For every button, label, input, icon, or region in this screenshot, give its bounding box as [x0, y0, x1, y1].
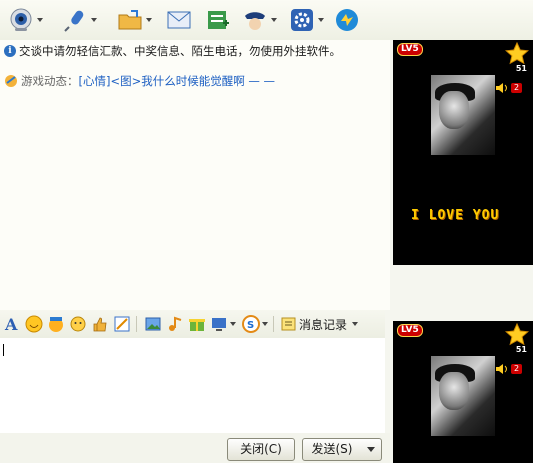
police-button[interactable] [242, 6, 277, 34]
message-history-button[interactable]: 消息记录 [281, 316, 359, 333]
game-status: 游戏动态： [心情]<图>我什么时候能觉醒啊 — — [4, 73, 275, 89]
voice-button[interactable] [62, 6, 97, 34]
message-input[interactable] [0, 338, 385, 433]
speaker-icon [496, 364, 507, 374]
send-file-icon [118, 10, 142, 30]
divider [273, 316, 274, 332]
speaker-count: 2 [511, 83, 523, 93]
chevron-down-icon [352, 322, 359, 326]
my-show[interactable]: LV5 51 2 [393, 321, 533, 463]
police-icon [245, 12, 265, 30]
music-icon[interactable] [166, 315, 184, 333]
chevron-down-icon[interactable] [91, 18, 97, 22]
star-icon [505, 323, 529, 346]
app-button[interactable] [334, 6, 360, 34]
gift-icon[interactable] [188, 315, 206, 333]
sogou-icon[interactable]: S [242, 315, 260, 333]
show-panel: LV5 51 2 I LOVE YOU LV5 51 2 [390, 40, 533, 463]
game-icon [5, 75, 17, 87]
font-icon[interactable]: A [3, 315, 21, 333]
top-toolbar [0, 0, 533, 40]
screenshot-icon[interactable] [113, 315, 131, 333]
chevron-down-icon[interactable] [318, 18, 324, 22]
security-notice-text: 交谈中请勿轻信汇款、中奖信息、陌生电话，勿使用外挂软件。 [19, 44, 341, 58]
message-history-label: 消息记录 [299, 317, 348, 332]
security-notice: i 交谈中请勿轻信汇款、中奖信息、陌生电话，勿使用外挂软件。 [4, 43, 341, 59]
show-banner: I LOVE YOU [411, 208, 500, 223]
level-badge: LV5 [397, 324, 423, 337]
settings-button[interactable] [289, 6, 324, 34]
settings-icon [291, 9, 313, 31]
star-count: 51 [515, 345, 527, 354]
add-note-button[interactable] [205, 6, 231, 34]
contact-show[interactable]: LV5 51 2 I LOVE YOU [393, 40, 533, 265]
chevron-down-icon [367, 447, 375, 452]
bottom-bar: 关闭(C) 发送(S) [0, 433, 390, 463]
format-toolbar: A S 消息记录 [0, 310, 385, 338]
star-icon [505, 42, 529, 65]
app-icon [336, 9, 358, 31]
email-icon [167, 11, 191, 29]
send-options-button[interactable] [361, 438, 382, 461]
game-status-label: 游戏动态： [21, 74, 79, 88]
game-status-link[interactable]: [心情]<图>我什么时候能觉醒啊 — — [79, 73, 276, 89]
send-file-button[interactable] [117, 6, 152, 34]
chevron-down-icon[interactable] [37, 18, 43, 22]
info-icon: i [4, 45, 16, 57]
chevron-down-icon[interactable] [271, 18, 277, 22]
text-cursor [3, 344, 4, 356]
divider [136, 316, 137, 332]
level-badge: LV5 [397, 43, 423, 56]
email-button[interactable] [166, 6, 192, 34]
chevron-down-icon[interactable] [262, 322, 268, 326]
add-note-icon [208, 11, 229, 29]
emoji-icon[interactable] [25, 315, 43, 333]
avatar [431, 75, 495, 155]
webcam-icon [10, 8, 32, 31]
webcam-button[interactable] [8, 6, 43, 34]
avatar [431, 356, 495, 436]
speaker-icon [496, 83, 507, 93]
speaker-count: 2 [511, 364, 523, 374]
svg-text:A: A [4, 315, 18, 333]
send-button[interactable]: 发送(S) [302, 438, 362, 461]
close-button[interactable]: 关闭(C) [227, 438, 295, 461]
history-icon [281, 317, 296, 331]
chevron-down-icon[interactable] [230, 322, 236, 326]
animated-emoji-icon[interactable] [47, 315, 65, 333]
shake-icon[interactable] [69, 315, 87, 333]
image-icon[interactable] [144, 315, 162, 333]
svg-text:S: S [247, 320, 254, 331]
star-count: 51 [515, 64, 527, 73]
thumbs-up-icon[interactable] [91, 315, 109, 333]
chevron-down-icon[interactable] [146, 18, 152, 22]
chat-history[interactable]: i 交谈中请勿轻信汇款、中奖信息、陌生电话，勿使用外挂软件。 游戏动态： [心情… [0, 40, 390, 310]
microphone-icon [64, 10, 84, 32]
screen-share-icon[interactable] [210, 315, 228, 333]
